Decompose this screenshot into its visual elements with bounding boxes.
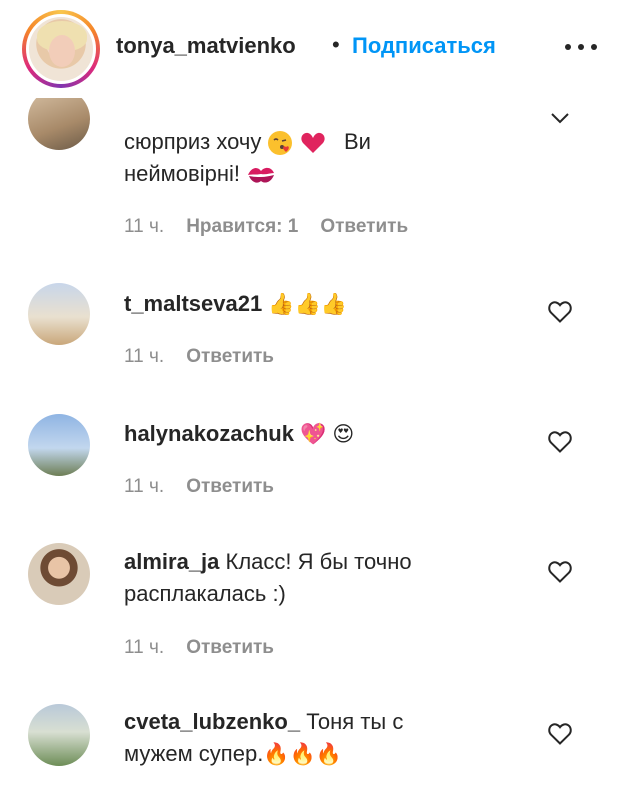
kissing-face-emoji-icon xyxy=(268,131,293,156)
comment-time[interactable]: 11 ч. xyxy=(124,476,164,498)
comment-avatar[interactable] xyxy=(28,543,90,605)
comment-text-line-1: сюрприз хочу xyxy=(124,129,262,154)
heart-outline-icon[interactable] xyxy=(547,300,573,324)
comment-likes-count[interactable]: Нравится: 1 xyxy=(186,216,298,238)
comment-text-line-2: Ви xyxy=(343,129,371,154)
comment-time[interactable]: 11 ч. xyxy=(124,637,164,659)
reply-button[interactable]: Ответить xyxy=(320,216,408,238)
fire-emoji-icon: 🔥🔥🔥 xyxy=(263,743,342,766)
comment-username[interactable]: almira_ja xyxy=(124,549,219,574)
comment-body: Тоня ты с xyxy=(306,709,404,734)
follow-button[interactable]: Подписаться xyxy=(352,33,496,59)
comment-text-line-3: неймовірні! xyxy=(124,161,240,186)
comment-avatar[interactable] xyxy=(28,414,90,476)
comment-body-line-2: мужем супер. xyxy=(124,741,264,766)
comment-body: Класс! Я бы точно xyxy=(225,549,412,574)
comment-username[interactable]: t_maltseva21 xyxy=(124,291,262,316)
comment-text: сюрприз хочу Ви неймовірні! xyxy=(124,126,524,190)
heart-eyes-emoji-icon: 😍 xyxy=(332,423,355,446)
comment-avatar[interactable] xyxy=(28,704,90,766)
comment-meta: 11 ч. Ответить xyxy=(124,476,274,498)
more-options-icon[interactable] xyxy=(565,44,597,52)
reply-button[interactable]: Ответить xyxy=(186,476,274,498)
heart-outline-icon[interactable] xyxy=(547,430,573,454)
comment-text: t_maltseva21 👍👍👍 xyxy=(124,288,524,321)
avatar[interactable] xyxy=(26,14,96,84)
comment-body-line-2: расплакалась :) xyxy=(124,581,286,606)
separator-dot: • xyxy=(332,32,340,57)
heart-outline-icon[interactable] xyxy=(547,722,573,746)
comment-username[interactable]: halynakozachuk xyxy=(124,421,294,446)
comments-list: сюрприз хочу Ви неймовірні! 11 ч. Нравит… xyxy=(0,0,620,790)
comment-username[interactable]: cveta_lubzenko_ xyxy=(124,709,300,734)
comment-meta: 11 ч. Нравится: 1 Ответить xyxy=(124,216,408,238)
thumbs-up-emoji-icon: 👍👍👍 xyxy=(268,293,347,316)
comment-time[interactable]: 11 ч. xyxy=(124,346,164,368)
reply-button[interactable]: Ответить xyxy=(186,637,274,659)
avatar-face xyxy=(49,35,75,67)
story-ring[interactable] xyxy=(22,10,100,88)
post-header: tonya_matvienko • Подписаться xyxy=(0,0,620,98)
sparkling-heart-emoji-icon: 💖 xyxy=(300,423,327,446)
header-username[interactable]: tonya_matvienko xyxy=(116,33,296,59)
heart-outline-icon[interactable] xyxy=(547,560,573,584)
comment-avatar[interactable] xyxy=(28,283,90,345)
comment-text: almira_ja Класс! Я бы точно расплакалась… xyxy=(124,546,524,610)
comment-time[interactable]: 11 ч. xyxy=(124,216,164,238)
reply-button[interactable]: Ответить xyxy=(186,346,274,368)
comment-text: halynakozachuk 💖 😍 xyxy=(124,418,524,451)
kiss-mark-emoji-icon xyxy=(248,168,275,183)
comment-meta: 11 ч. Ответить xyxy=(124,346,274,368)
comment-text: cveta_lubzenko_ Тоня ты с мужем супер.🔥🔥… xyxy=(124,706,524,771)
chevron-down-icon[interactable] xyxy=(548,100,572,124)
red-heart-emoji-icon xyxy=(300,133,325,154)
comment-meta: 11 ч. Ответить xyxy=(124,637,274,659)
